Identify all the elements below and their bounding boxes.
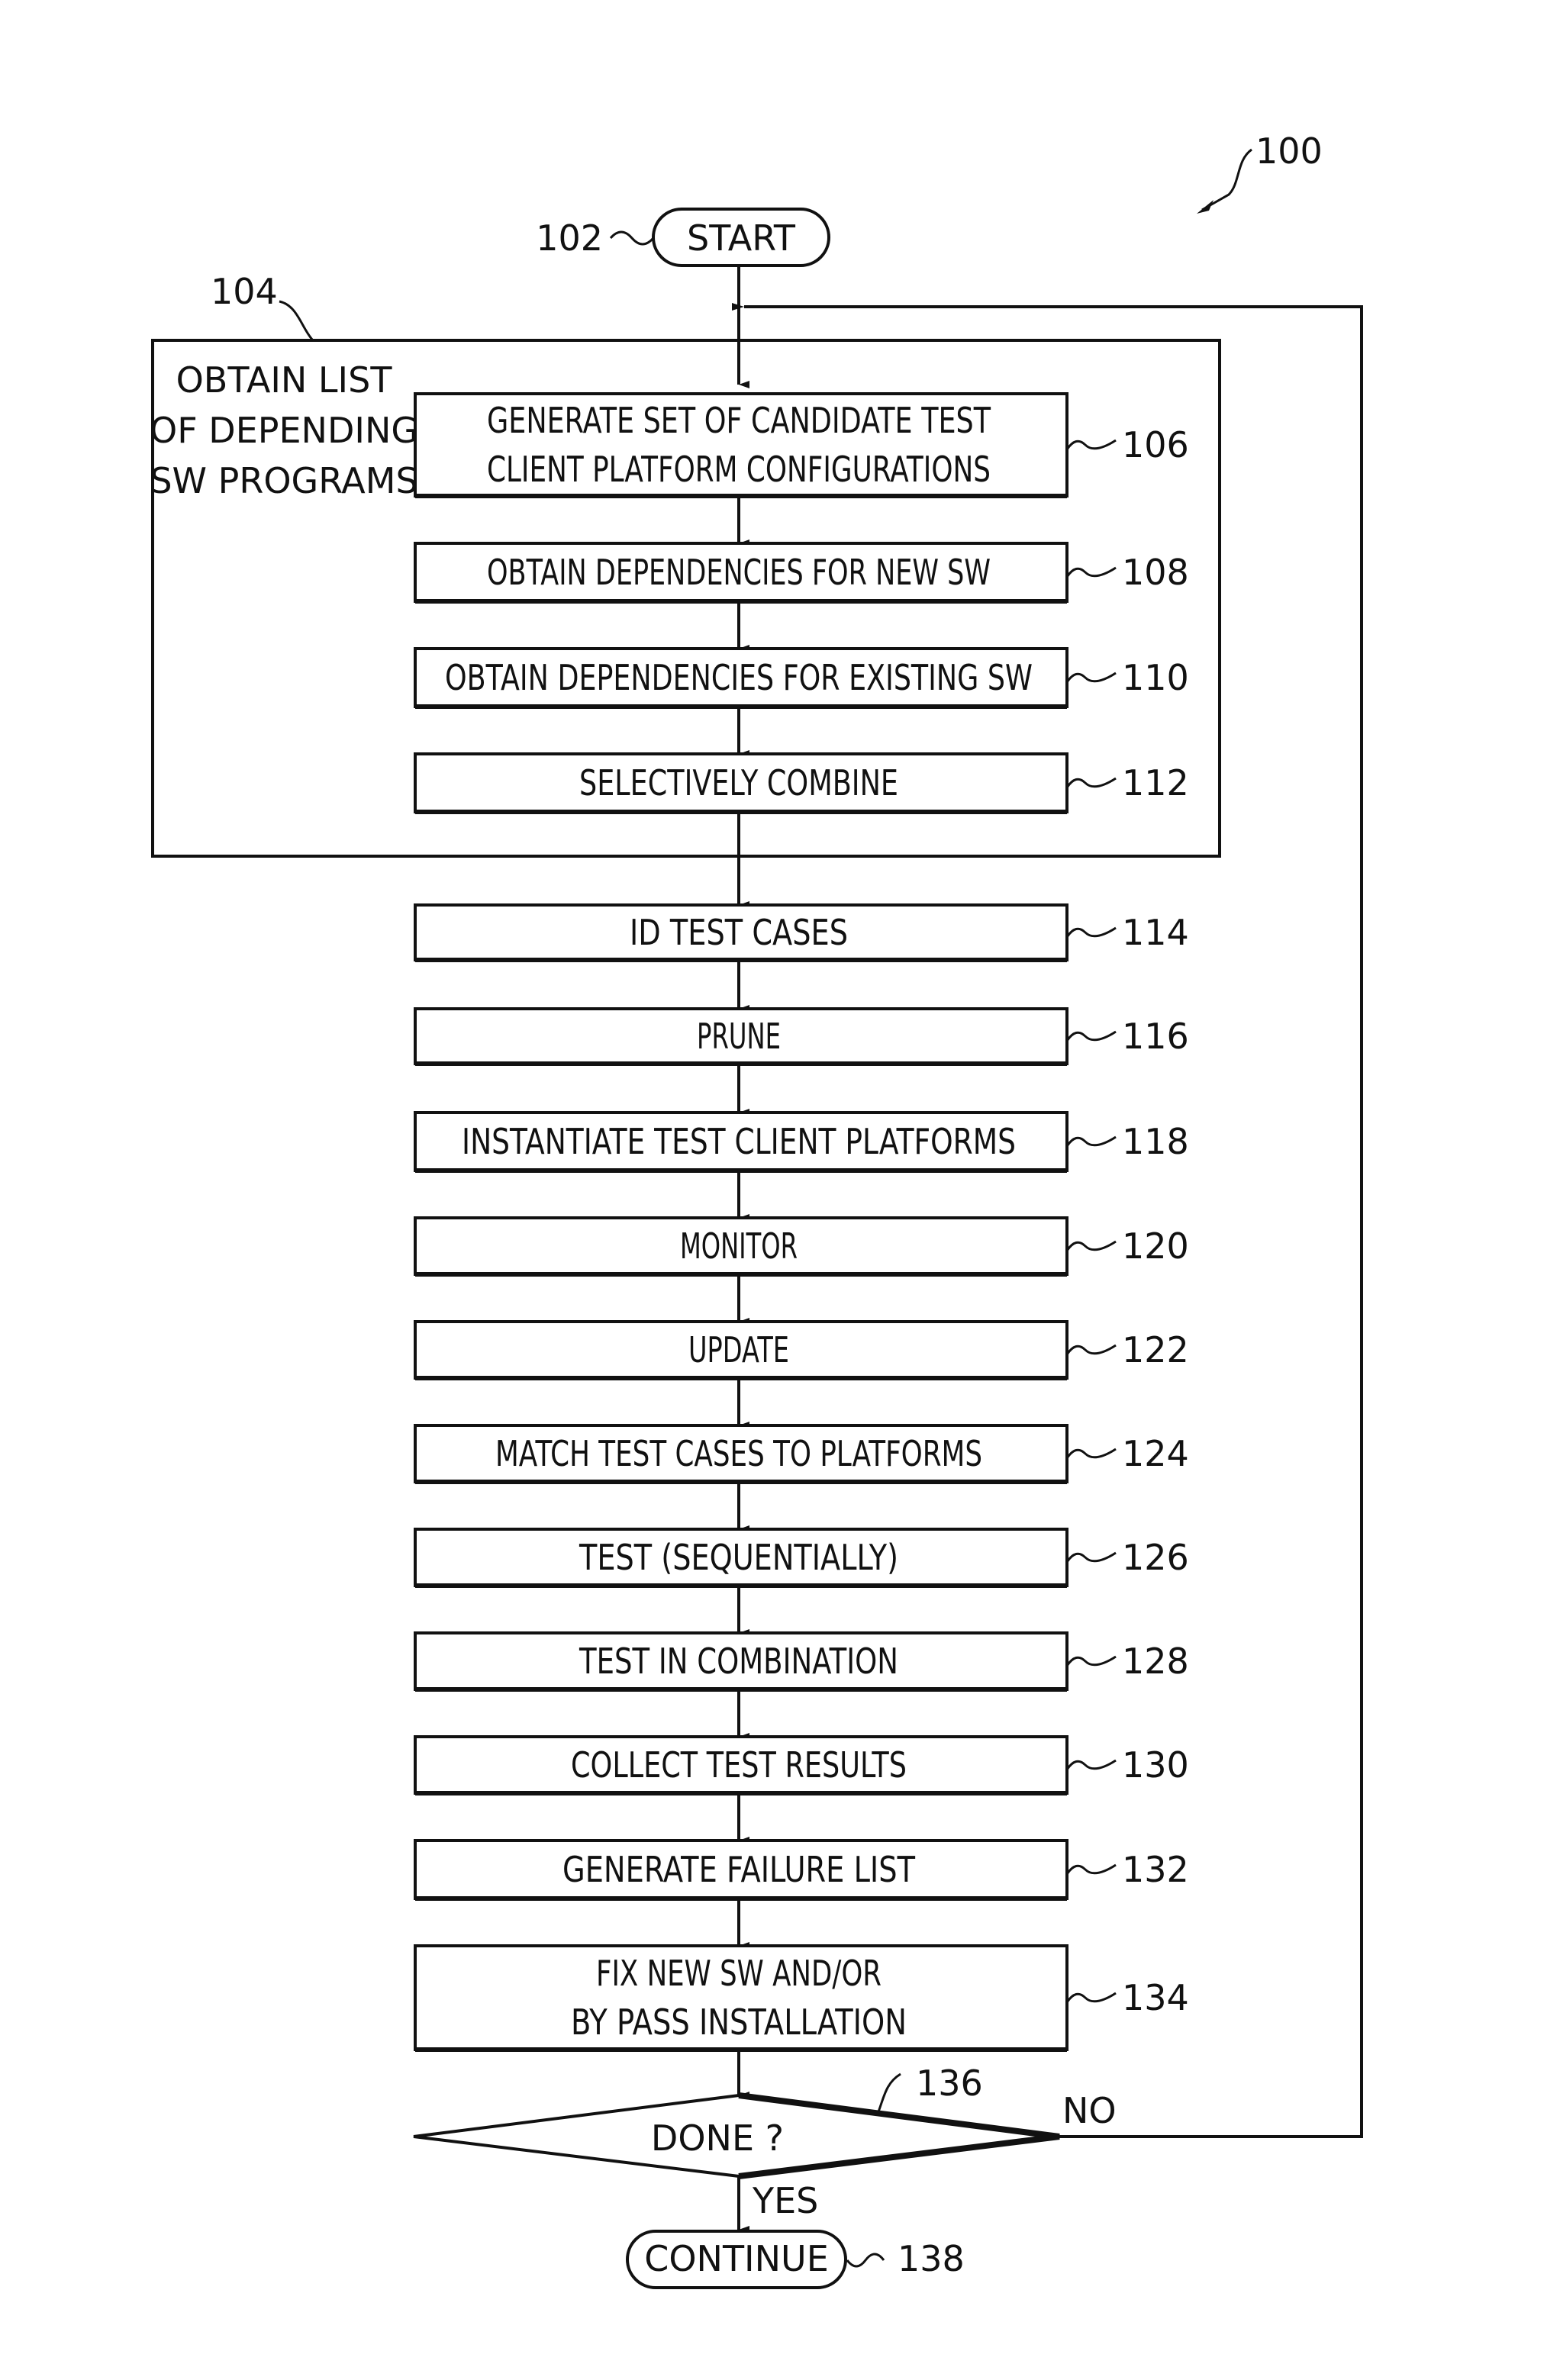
leader-line — [1065, 1240, 1117, 1251]
step-110: OBTAIN DEPENDENCIES FOR EXISTING SW 110 — [414, 647, 1189, 709]
step-ref: 128 — [1122, 1641, 1189, 1682]
step-ref: 130 — [1122, 1744, 1189, 1786]
step-114: ID TEST CASES 114 — [414, 903, 1189, 962]
decision-label: DONE ? — [651, 2118, 784, 2159]
leader-line — [1065, 777, 1117, 788]
step-120: MONITOR 120 — [414, 1216, 1189, 1277]
leader-line — [1065, 1655, 1117, 1667]
step-label-line: GENERATE FAILURE LIST — [562, 1849, 916, 1890]
leader-line — [1065, 1863, 1117, 1875]
leader-line — [1065, 926, 1117, 938]
step-label-line: OBTAIN DEPENDENCIES FOR EXISTING SW — [445, 657, 1033, 698]
step-134: FIX NEW SW AND/OR BY PASS INSTALLATION 134 — [414, 1944, 1189, 2052]
step-label-line: FIX NEW SW AND/OR — [596, 1953, 882, 1994]
group-label-line-3: SW PROGRAMS — [150, 460, 417, 501]
step-label-line: COLLECT TEST RESULTS — [571, 1744, 907, 1786]
continue-label: CONTINUE — [644, 2238, 829, 2279]
step-116: PRUNE 116 — [414, 1007, 1189, 1066]
decision-yes-label: YES — [752, 2180, 818, 2221]
step-ref: 116 — [1122, 1016, 1189, 1057]
step-label-line: MATCH TEST CASES TO PLATFORMS — [495, 1433, 982, 1474]
leader-line — [1065, 671, 1117, 683]
step-ref: 122 — [1122, 1329, 1189, 1370]
step-128: TEST IN COMBINATION 128 — [414, 1631, 1189, 1692]
continue-terminal: CONTINUE 138 — [626, 2230, 965, 2289]
leader-line — [1065, 1759, 1117, 1770]
step-label-line: OBTAIN DEPENDENCIES FOR NEW SW — [487, 552, 991, 593]
step-126: TEST (SEQUENTIALLY) 126 — [414, 1528, 1189, 1588]
step-label-line: SELECTIVELY COMBINE — [579, 762, 898, 804]
step-label-line: BY PASS INSTALLATION — [571, 2002, 907, 2043]
step-ref: 106 — [1122, 424, 1189, 465]
step-130: COLLECT TEST RESULTS 130 — [414, 1735, 1189, 1795]
leader-line — [1065, 439, 1117, 450]
decision-no-label: NO — [1062, 2090, 1117, 2131]
step-label-line: PRUNE — [697, 1016, 781, 1057]
step-label-line: TEST (SEQUENTIALLY) — [579, 1537, 898, 1578]
start-label: START — [687, 217, 796, 259]
step-ref: 124 — [1122, 1433, 1189, 1474]
decision-done: DONE ? 136 NO YES — [413, 2063, 1117, 2221]
step-label-line: CLIENT PLATFORM CONFIGURATIONS — [487, 449, 991, 490]
leader-line — [1065, 1344, 1117, 1355]
decision-ref: 136 — [916, 2063, 983, 2104]
continue-ref: 138 — [898, 2238, 965, 2279]
start-ref: 102 — [536, 217, 603, 259]
step-112: SELECTIVELY COMBINE 112 — [414, 752, 1189, 814]
step-label-line: TEST IN COMBINATION — [579, 1641, 898, 1682]
step-label-line: ID TEST CASES — [630, 912, 848, 953]
leader-line — [1065, 1030, 1117, 1042]
step-label-line: INSTANTIATE TEST CLIENT PLATFORMS — [462, 1121, 1016, 1162]
step-ref: 132 — [1122, 1849, 1189, 1890]
step-124: MATCH TEST CASES TO PLATFORMS 124 — [414, 1424, 1189, 1484]
step-ref: 118 — [1122, 1121, 1189, 1162]
step-ref: 112 — [1122, 762, 1189, 804]
step-ref: 108 — [1122, 552, 1189, 593]
flowchart: 100 START 102 104 OBTAIN LIST OF DEPENDI… — [150, 130, 1363, 2289]
step-132: GENERATE FAILURE LIST 132 — [414, 1839, 1189, 1901]
step-label-line: MONITOR — [680, 1225, 798, 1267]
step-ref: 120 — [1122, 1225, 1189, 1267]
step-ref: 114 — [1122, 912, 1189, 953]
step-106: GENERATE SET OF CANDIDATE TEST CLIENT PLA… — [414, 392, 1189, 498]
leader-line — [1065, 1992, 1117, 2003]
leader-line — [1065, 1551, 1117, 1563]
leader-line — [1065, 1135, 1117, 1147]
step-122: UPDATE 122 — [414, 1320, 1189, 1380]
step-ref: 134 — [1122, 1977, 1189, 2018]
start-terminal: START 102 — [536, 208, 830, 267]
group-ref: 104 — [211, 271, 278, 312]
group-label-line-1: OBTAIN LIST — [176, 359, 393, 401]
step-label-line: GENERATE SET OF CANDIDATE TEST — [487, 400, 991, 441]
group-label-line-2: OF DEPENDING — [150, 410, 418, 451]
step-label-line: UPDATE — [688, 1329, 789, 1370]
leader-line — [1065, 1448, 1117, 1459]
step-ref: 126 — [1122, 1537, 1189, 1578]
leader-line — [1065, 566, 1117, 578]
step-118: INSTANTIATE TEST CLIENT PLATFORMS 118 — [414, 1111, 1189, 1173]
figure-ref-label: 100 — [1255, 130, 1323, 172]
step-108: OBTAIN DEPENDENCIES FOR NEW SW 108 — [414, 542, 1189, 604]
figure-ref-100: 100 — [1197, 130, 1323, 214]
step-ref: 110 — [1122, 657, 1189, 698]
